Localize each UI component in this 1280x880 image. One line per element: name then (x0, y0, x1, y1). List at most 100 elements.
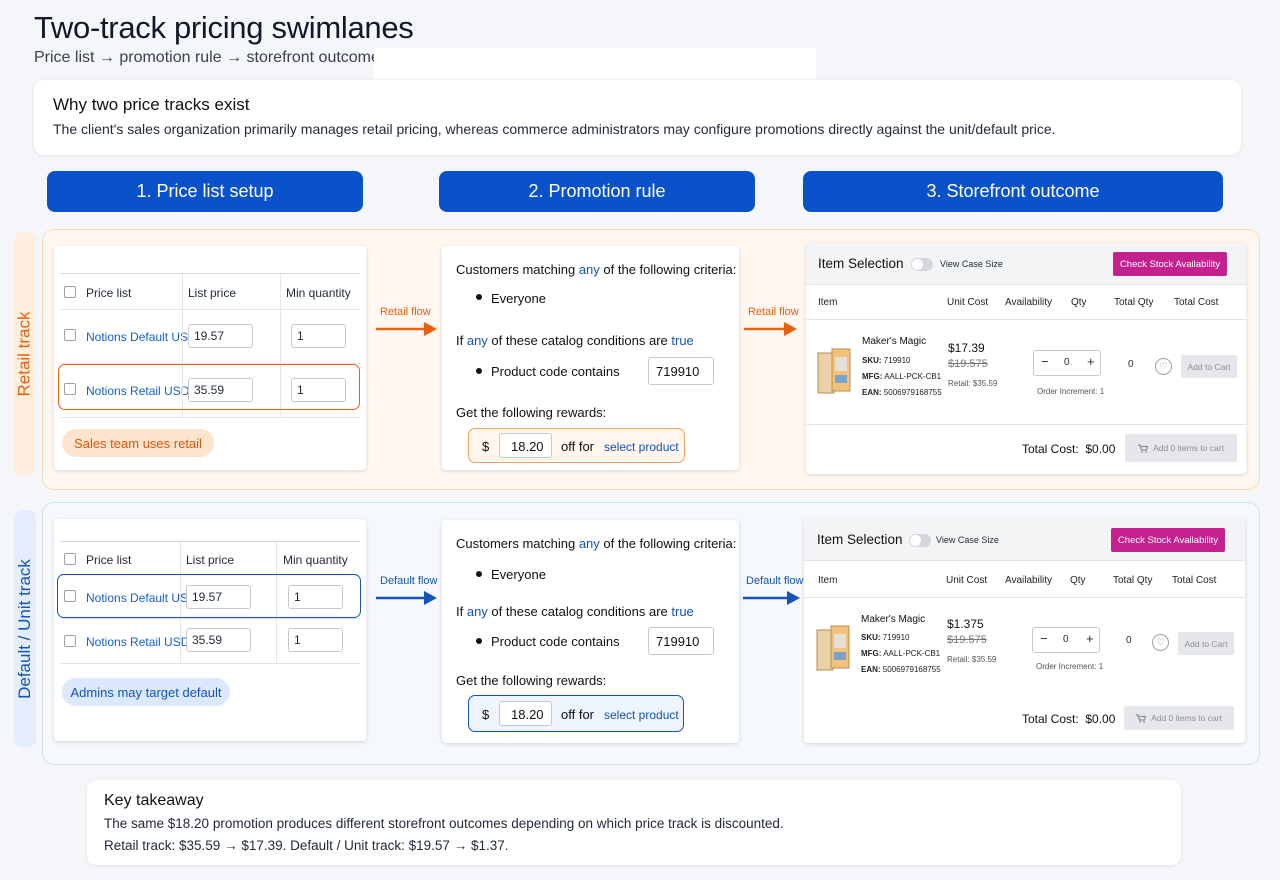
retail-price-list-card: Price list List price Min quantity Notio… (54, 246, 366, 470)
default-flow-label: Default flow (746, 575, 804, 587)
select-product-link[interactable]: select product (604, 708, 679, 722)
column-header-price-list: 1. Price list setup (47, 171, 363, 212)
default-lane-label: Default / Unit track (14, 510, 36, 747)
default-storefront-card: Item Selection View Case Size Check Stoc… (804, 519, 1245, 743)
takeaway-line-2: Retail track: $35.59 → $17.39. Default /… (104, 838, 509, 853)
col-price-list: Price list (86, 553, 132, 567)
column-header-storefront: 3. Storefront outcome (803, 171, 1223, 212)
total-qty: 0 (1128, 359, 1134, 370)
arrow-right-icon (376, 591, 437, 605)
row-checkbox[interactable] (64, 329, 76, 341)
unit-cost: $1.375 (947, 617, 984, 631)
product-code-input[interactable]: 719910 (648, 627, 714, 655)
view-case-toggle[interactable] (909, 534, 931, 547)
storefront-column-headers: Item Unit Cost Availability Qty Total Qt… (804, 564, 1245, 598)
any-link[interactable]: any (579, 262, 600, 277)
list-price-input[interactable]: 35.59 (186, 628, 251, 652)
column-header-promotion: 2. Promotion rule (439, 171, 755, 212)
default-note-pill: Admins may target default (62, 678, 230, 706)
quantity-stepper[interactable]: − 0 + (1033, 350, 1101, 376)
discount-amount-input[interactable]: 18.20 (499, 433, 552, 458)
product-code-condition: Product code contains (491, 364, 620, 379)
retail-storefront-card: Item Selection View Case Size Check Stoc… (806, 243, 1246, 474)
product-name[interactable]: Maker's Magic (862, 336, 926, 347)
everyone-criterion: Everyone (491, 567, 546, 582)
page-subtitle: Price list → promotion rule → storefront… (34, 49, 380, 66)
min-quantity-input[interactable]: 1 (291, 324, 346, 348)
quantity-stepper[interactable]: − 0 + (1032, 627, 1100, 653)
price-list-header-row: Price list List price Min quantity (60, 274, 360, 310)
minus-icon[interactable]: − (1040, 631, 1048, 646)
add-items-to-cart-button[interactable]: Add 0 items to cart (1125, 434, 1237, 462)
default-promotion-card: Customers matching any of the following … (442, 520, 739, 743)
default-row-highlight (57, 574, 361, 618)
price-list-link[interactable]: Notions Retail USD (86, 635, 189, 649)
default-flow-label: Default flow (380, 575, 438, 587)
min-quantity-input[interactable]: 1 (288, 628, 343, 652)
original-cost: $19.575 (947, 634, 987, 646)
list-price-input[interactable]: 19.57 (188, 324, 253, 348)
arrow-right-icon (376, 322, 437, 336)
total-qty: 0 (1126, 635, 1132, 646)
storefront-column-headers: Item Unit Cost Availability Qty Total Qt… (806, 286, 1246, 320)
col-min-quantity: Min quantity (283, 553, 348, 567)
page-title: Two-track pricing swimlanes (34, 10, 414, 45)
total-cost: $0.00 (1085, 712, 1116, 726)
any-link[interactable]: any (579, 536, 600, 551)
col-list-price: List price (186, 553, 235, 567)
retail-lane-label: Retail track (14, 232, 36, 475)
product-image (816, 625, 850, 671)
why-heading: Why two price tracks exist (53, 95, 250, 114)
col-min-quantity: Min quantity (286, 286, 351, 300)
retail-row-highlight (58, 364, 360, 410)
retail-promotion-card: Customers matching any of the following … (442, 246, 739, 470)
why-card: Why two price tracks exist The client's … (34, 80, 1241, 155)
minus-icon[interactable]: − (1041, 354, 1049, 369)
select-product-link[interactable]: select product (604, 440, 679, 454)
retail-flow-label: Retail flow (748, 306, 799, 318)
takeaway-heading: Key takeaway (104, 792, 204, 809)
discount-amount-input[interactable]: 18.20 (499, 701, 552, 726)
add-to-cart-button[interactable]: Add to Cart (1178, 632, 1234, 655)
table-row: Notions Default USD 19.57 1 (60, 310, 360, 364)
item-selection-title: Item Selection (817, 532, 903, 547)
col-price-list: Price list (86, 286, 132, 300)
plus-icon[interactable]: + (1086, 631, 1094, 646)
everyone-criterion: Everyone (491, 291, 546, 306)
check-stock-button[interactable]: Check Stock Availability (1111, 528, 1225, 552)
arrow-right-icon (744, 322, 797, 336)
item-selection-title: Item Selection (818, 256, 904, 271)
total-cost: $0.00 (1085, 442, 1116, 456)
select-all-checkbox[interactable] (64, 553, 76, 565)
arrow-right-icon (743, 591, 800, 605)
cart-icon (1136, 713, 1147, 723)
col-list-price: List price (188, 286, 237, 300)
row-checkbox[interactable] (64, 635, 76, 647)
check-stock-button[interactable]: Check Stock Availability (1113, 252, 1227, 276)
plus-icon[interactable]: + (1087, 354, 1095, 369)
price-list-link[interactable]: Notions Default USD (86, 330, 197, 344)
view-case-toggle[interactable] (911, 258, 933, 271)
product-code-condition: Product code contains (491, 634, 620, 649)
key-takeaway-card: Key takeaway The same $18.20 promotion p… (87, 780, 1181, 865)
product-image (817, 348, 851, 394)
table-row: Notions Retail USD 35.59 1 (60, 619, 360, 664)
retail-price-note: Retail: $35.59 (948, 379, 998, 388)
subtitle-blank-box (374, 48, 816, 79)
product-name[interactable]: Maker's Magic (861, 614, 925, 625)
price-list-header-row: Price list List price Min quantity (60, 542, 360, 575)
product-code-input[interactable]: 719910 (648, 357, 714, 385)
unit-cost: $17.39 (948, 341, 985, 355)
add-items-to-cart-button[interactable]: Add 0 items to cart (1124, 706, 1234, 730)
heart-icon[interactable]: ♡ (1152, 634, 1169, 651)
default-price-list-card: Price list List price Min quantity Notio… (54, 519, 366, 741)
add-to-cart-button[interactable]: Add to Cart (1181, 355, 1237, 378)
retail-price-note: Retail: $35.59 (947, 655, 997, 664)
retail-note-pill: Sales team uses retail (62, 429, 214, 457)
select-all-checkbox[interactable] (64, 286, 76, 298)
heart-icon[interactable]: ♡ (1155, 358, 1172, 375)
takeaway-line-1: The same $18.20 promotion produces diffe… (104, 816, 784, 831)
rewards-label: Get the following rewards: (456, 405, 607, 420)
why-body: The client's sales organization primaril… (53, 121, 1056, 137)
original-cost: $19.575 (948, 358, 988, 370)
